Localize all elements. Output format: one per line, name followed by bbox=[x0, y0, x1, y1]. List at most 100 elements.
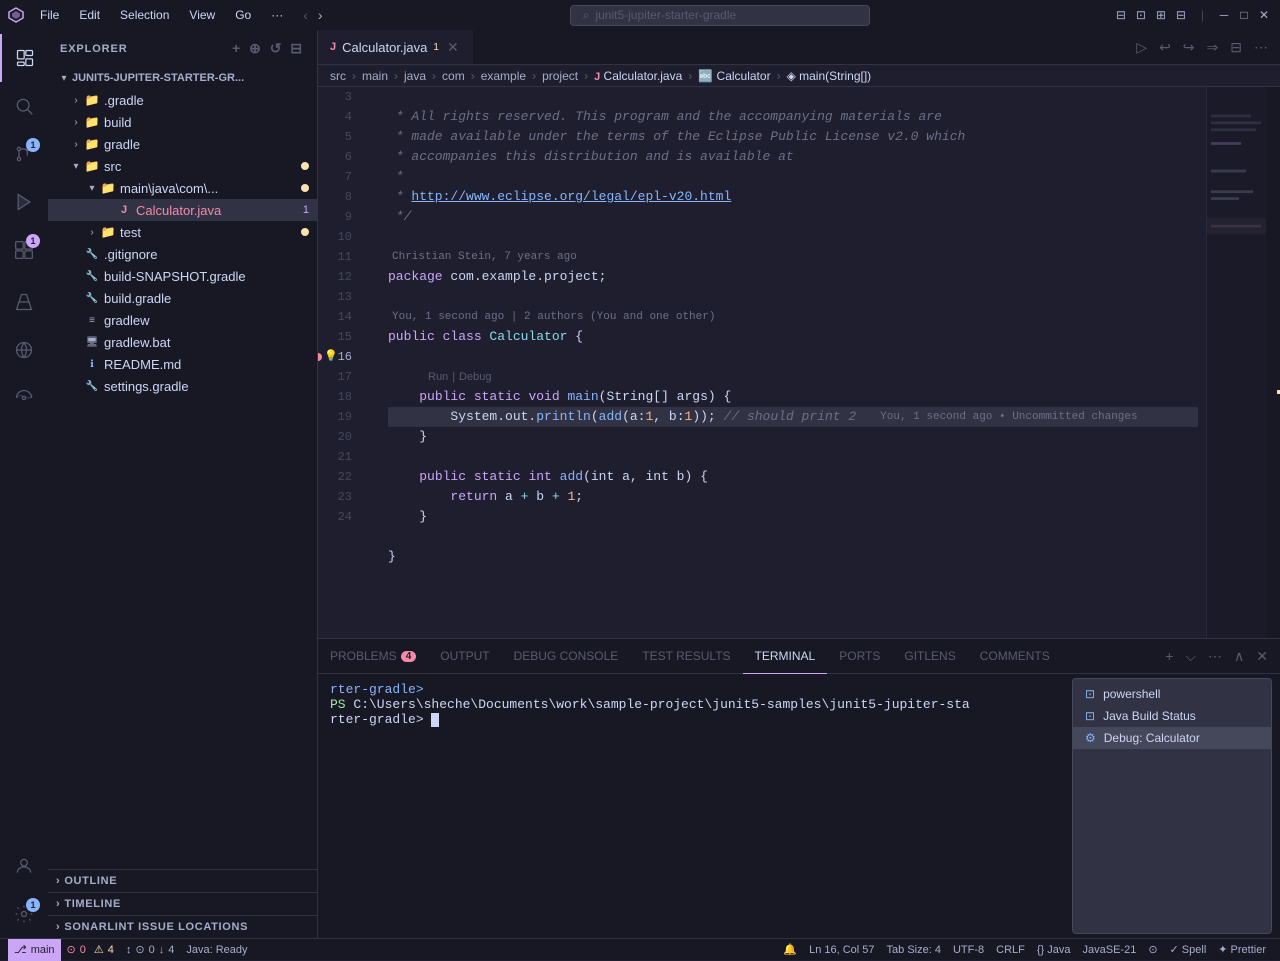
activity-run[interactable] bbox=[0, 178, 48, 226]
nav-back[interactable]: ‹ bbox=[299, 5, 312, 25]
activity-gitlens[interactable] bbox=[0, 374, 48, 422]
code-lines[interactable]: * All rights reserved. This program and … bbox=[380, 87, 1206, 638]
eol-status[interactable]: CRLF bbox=[990, 939, 1031, 961]
terminal-content[interactable]: rter-gradle> PS C:\Users\sheche\Document… bbox=[318, 674, 1064, 938]
activity-search[interactable] bbox=[0, 82, 48, 130]
sync-status[interactable]: ↕ ⊙ 0 ↓ 4 bbox=[120, 939, 180, 961]
errors-warnings-status[interactable]: ⊙ 0 ⚠ 4 bbox=[61, 939, 120, 961]
terminal-maximize-button[interactable]: ∧ bbox=[1230, 646, 1248, 667]
remote-status[interactable]: ⊙ bbox=[1142, 939, 1163, 961]
tab-terminal[interactable]: TERMINAL bbox=[743, 639, 828, 674]
breadcrumb-main[interactable]: main bbox=[362, 69, 388, 83]
breadcrumb-class[interactable]: 🔤 Calculator bbox=[698, 69, 770, 83]
breadcrumb-project[interactable]: project bbox=[542, 69, 578, 83]
sonarlint-header[interactable]: › SONARLINT ISSUE LOCATIONS bbox=[48, 916, 317, 938]
more-actions-button[interactable]: ⋯ bbox=[1250, 37, 1272, 58]
undo-button[interactable]: ↩ bbox=[1155, 37, 1175, 58]
tab-debug-console[interactable]: DEBUG CONSOLE bbox=[502, 639, 631, 674]
close-button[interactable]: ✕ bbox=[1256, 7, 1272, 23]
tab-problems[interactable]: PROBLEMS 4 bbox=[318, 639, 428, 674]
redo-button[interactable]: ↪ bbox=[1179, 37, 1199, 58]
activity-accounts[interactable] bbox=[0, 842, 48, 890]
java-ready-status[interactable]: Java: Ready bbox=[180, 939, 253, 961]
breadcrumb-method[interactable]: ◈ main(String[]) bbox=[787, 69, 872, 83]
java-version-status[interactable]: JavaSE-21 bbox=[1077, 939, 1143, 961]
language-status[interactable]: {} Java bbox=[1031, 939, 1077, 961]
split-right-button[interactable]: ⇒ bbox=[1203, 37, 1223, 58]
tab-size-status[interactable]: Tab Size: 4 bbox=[881, 939, 947, 961]
nav-forward[interactable]: › bbox=[314, 5, 327, 25]
debug-lens[interactable]: Debug bbox=[459, 367, 491, 387]
restore-button[interactable]: □ bbox=[1236, 7, 1252, 23]
tree-item-gradle[interactable]: › 📁 .gradle bbox=[48, 89, 317, 111]
tree-item-calculator[interactable]: › J Calculator.java 1 bbox=[48, 199, 317, 221]
menu-edit[interactable]: Edit bbox=[71, 6, 108, 24]
breadcrumb-file[interactable]: J Calculator.java bbox=[594, 69, 682, 83]
editor-body[interactable]: 3 4 5 6 7 8 9 10 11 12 13 14 15 16 bbox=[318, 87, 1280, 638]
layout-toggle-2[interactable]: ⊡ bbox=[1133, 7, 1149, 23]
tab-comments[interactable]: COMMENTS bbox=[968, 639, 1062, 674]
tab-ports[interactable]: PORTS bbox=[827, 639, 892, 674]
tree-item-snapshot[interactable]: › 🔧 build-SNAPSHOT.gradle bbox=[48, 265, 317, 287]
collapse-all-button[interactable]: ⊟ bbox=[288, 38, 305, 59]
tab-output[interactable]: OUTPUT bbox=[428, 639, 501, 674]
terminal-more-button[interactable]: ⋯ bbox=[1204, 646, 1226, 667]
terminal-split-button[interactable]: ⌵ bbox=[1181, 646, 1200, 667]
session-powershell[interactable]: ⊡ powershell bbox=[1073, 683, 1271, 705]
menu-file[interactable]: File bbox=[32, 6, 67, 24]
breadcrumb-com[interactable]: com bbox=[442, 69, 465, 83]
tree-item-build[interactable]: › 📁 build bbox=[48, 111, 317, 133]
layout-toggle-3[interactable]: ⊞ bbox=[1153, 7, 1169, 23]
refresh-button[interactable]: ↺ bbox=[268, 38, 285, 59]
tree-item-main[interactable]: ▾ 📁 main\java\com\... bbox=[48, 177, 317, 199]
menu-selection[interactable]: Selection bbox=[112, 6, 177, 24]
tree-item-gradlew[interactable]: › ≡ gradlew bbox=[48, 309, 317, 331]
layout-toggle-4[interactable]: ⊟ bbox=[1173, 7, 1189, 23]
minimize-button[interactable]: ─ bbox=[1216, 7, 1232, 23]
terminal-close-button[interactable]: ✕ bbox=[1252, 646, 1272, 667]
menu-more[interactable]: ··· bbox=[263, 6, 291, 24]
editor-scrollbar[interactable] bbox=[1266, 87, 1280, 638]
activity-extensions[interactable]: 1 bbox=[0, 226, 48, 274]
search-box[interactable]: ⌕ junit5-jupiter-starter-gradle bbox=[570, 5, 870, 26]
spell-status[interactable]: ✓ Spell bbox=[1164, 939, 1213, 961]
tree-item-gitignore[interactable]: › 🔧 .gitignore bbox=[48, 243, 317, 265]
menu-view[interactable]: View bbox=[181, 6, 223, 24]
menu-go[interactable]: Go bbox=[227, 6, 259, 24]
tree-item-gradlewbat[interactable]: › 🖥 gradlew.bat bbox=[48, 331, 317, 353]
encoding-status[interactable]: UTF-8 bbox=[947, 939, 990, 961]
tree-item-gradle-dir[interactable]: › 📁 gradle bbox=[48, 133, 317, 155]
breadcrumb-example[interactable]: example bbox=[481, 69, 526, 83]
breadcrumb-src[interactable]: src bbox=[330, 69, 346, 83]
layout-toggle-1[interactable]: ⊟ bbox=[1113, 7, 1129, 23]
new-file-button[interactable]: + bbox=[230, 38, 243, 59]
session-java-build[interactable]: ⊡ Java Build Status bbox=[1073, 705, 1271, 727]
activity-source-control[interactable]: 1 bbox=[0, 130, 48, 178]
tree-item-buildgradle[interactable]: › 🔧 build.gradle bbox=[48, 287, 317, 309]
tree-item-readme[interactable]: › ℹ README.md bbox=[48, 353, 317, 375]
run-button[interactable]: ▷ bbox=[1132, 37, 1151, 58]
cursor-position-status[interactable]: Ln 16, Col 57 bbox=[803, 939, 880, 961]
notifications-status[interactable]: 🔔 bbox=[777, 939, 803, 961]
activity-remote[interactable] bbox=[0, 326, 48, 374]
outline-header[interactable]: › OUTLINE bbox=[48, 870, 317, 892]
breadcrumb-java[interactable]: java bbox=[404, 69, 426, 83]
split-down-button[interactable]: ⊟ bbox=[1226, 37, 1246, 58]
tree-root[interactable]: ▾ JUNIT5-JUPITER-STARTER-GR... bbox=[48, 67, 317, 89]
tree-item-test[interactable]: › 📁 test bbox=[48, 221, 317, 243]
tree-item-settings[interactable]: › 🔧 settings.gradle bbox=[48, 375, 317, 397]
tab-close-button[interactable]: ✕ bbox=[445, 39, 461, 56]
activity-explorer[interactable] bbox=[0, 34, 48, 82]
tab-gitlens[interactable]: GITLENS bbox=[892, 639, 967, 674]
prettier-status[interactable]: ✦ Prettier bbox=[1212, 939, 1272, 961]
session-debug-calculator[interactable]: ⚙ Debug: Calculator bbox=[1073, 727, 1271, 749]
timeline-header[interactable]: › TIMELINE bbox=[48, 893, 317, 915]
tab-test-results[interactable]: TEST RESULTS bbox=[630, 639, 742, 674]
tab-calculator-java[interactable]: J Calculator.java 1 ✕ bbox=[318, 30, 474, 64]
run-lens[interactable]: Run bbox=[428, 367, 448, 387]
new-folder-button[interactable]: ⊕ bbox=[247, 38, 264, 59]
activity-settings[interactable]: 1 bbox=[0, 890, 48, 938]
new-terminal-button[interactable]: + bbox=[1161, 646, 1177, 666]
activity-testing[interactable] bbox=[0, 278, 48, 326]
tree-item-src[interactable]: ▾ 📁 src bbox=[48, 155, 317, 177]
